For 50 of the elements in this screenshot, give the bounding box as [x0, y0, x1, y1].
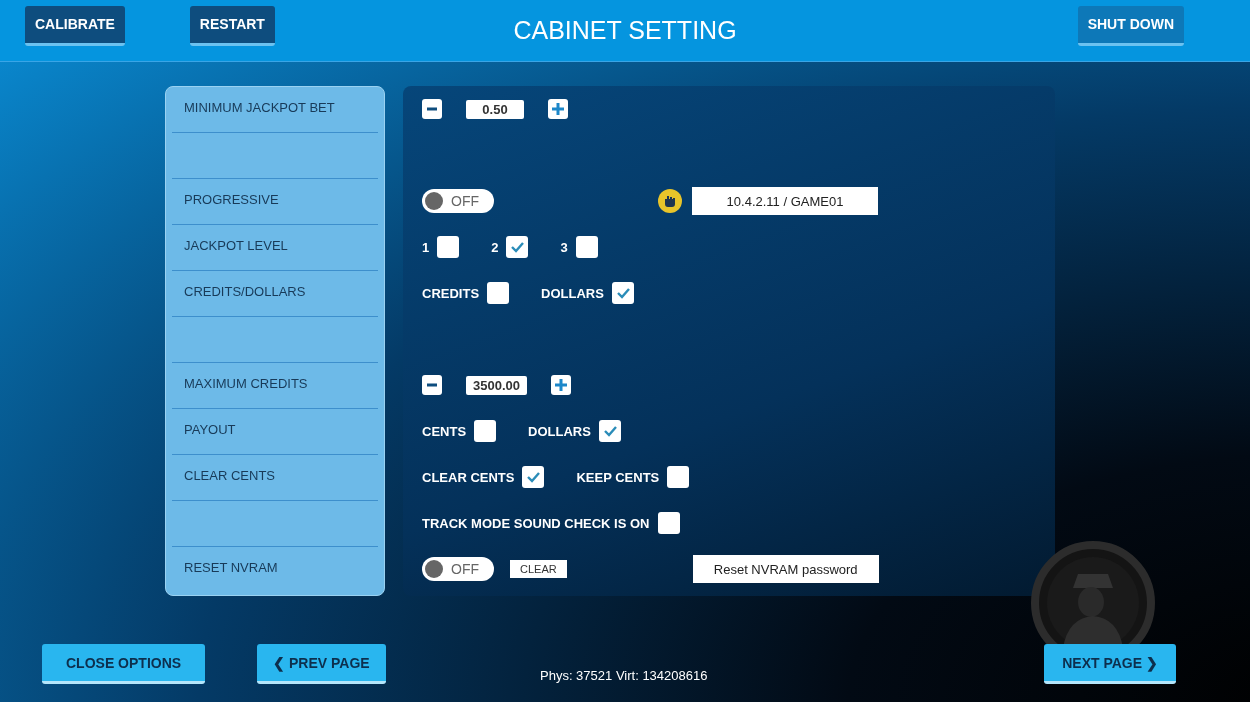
plus-button[interactable]	[551, 375, 571, 395]
setting-label: MAXIMUM CREDITS	[184, 376, 308, 391]
setting-label: JACKPOT LEVEL	[184, 238, 288, 253]
memory-status: Phys: 37521 Virt: 134208616	[540, 668, 708, 683]
checkbox-label: TRACK MODE SOUND CHECK IS ON	[422, 515, 650, 531]
header-button[interactable]: CALIBRATE	[25, 5, 125, 46]
password-field[interactable]: Reset NVRAM password	[692, 555, 879, 583]
checkbox[interactable]	[506, 236, 529, 258]
checkbox[interactable]	[598, 420, 621, 442]
setting-label: CREDITS/DOLLARS	[184, 284, 306, 299]
next-page-button[interactable]: NEXT PAGE ❯	[1044, 644, 1176, 684]
checkbox-label: CENTS	[422, 423, 467, 439]
prev-page-button[interactable]: ❮ PREV PAGE	[257, 644, 386, 684]
minus-button[interactable]	[422, 99, 442, 119]
checkbox-label: 2	[491, 239, 499, 255]
setting-label: CLEAR CENTS	[184, 468, 276, 483]
checkbox-label: DOLLARS	[541, 285, 604, 301]
plus-icon	[551, 102, 565, 116]
checkbox[interactable]	[667, 466, 690, 488]
checkbox[interactable]	[487, 282, 510, 304]
value-field[interactable]: 0.50	[466, 99, 524, 119]
checkbox[interactable]	[575, 236, 598, 258]
minus-button[interactable]	[422, 375, 442, 395]
checkbox[interactable]	[611, 282, 634, 304]
setting-label: RESET NVRAM	[184, 560, 278, 575]
screen-title: CABINET SETTING	[513, 16, 737, 44]
checkbox[interactable]	[657, 512, 680, 534]
setting-label: MINIMUM JACKPOT BET	[184, 100, 335, 115]
plus-icon	[554, 378, 568, 392]
hand-icon[interactable]	[658, 189, 682, 213]
checkbox[interactable]	[474, 420, 497, 442]
checkbox-label: 1	[422, 239, 430, 255]
setting-label: PROGRESSIVE	[184, 192, 279, 207]
shut-down-button[interactable]: SHUT DOWN	[1077, 5, 1184, 46]
checkbox[interactable]	[522, 466, 545, 488]
checkbox-label: 3	[560, 239, 568, 255]
value-field[interactable]: 3500.00	[466, 375, 527, 395]
checkbox-label: CLEAR CENTS	[422, 469, 515, 485]
address-field[interactable]: 10.4.2.11 / GAME01	[692, 187, 878, 215]
checkbox-label: CREDITS	[422, 285, 480, 301]
toggle-switch[interactable]: OFF	[422, 557, 494, 581]
setting-label: PAYOUT	[184, 422, 236, 437]
clear-button[interactable]: CLEAR	[510, 560, 567, 578]
header-button[interactable]: RESTART	[189, 5, 275, 46]
checkbox[interactable]	[437, 236, 460, 258]
close-options-button[interactable]: CLOSE OPTIONS	[42, 644, 206, 684]
checkbox-label: KEEP CENTS	[576, 469, 660, 485]
plus-button[interactable]	[548, 99, 568, 119]
checkbox-label: DOLLARS	[528, 423, 591, 439]
toggle-switch[interactable]: OFF	[422, 189, 494, 213]
